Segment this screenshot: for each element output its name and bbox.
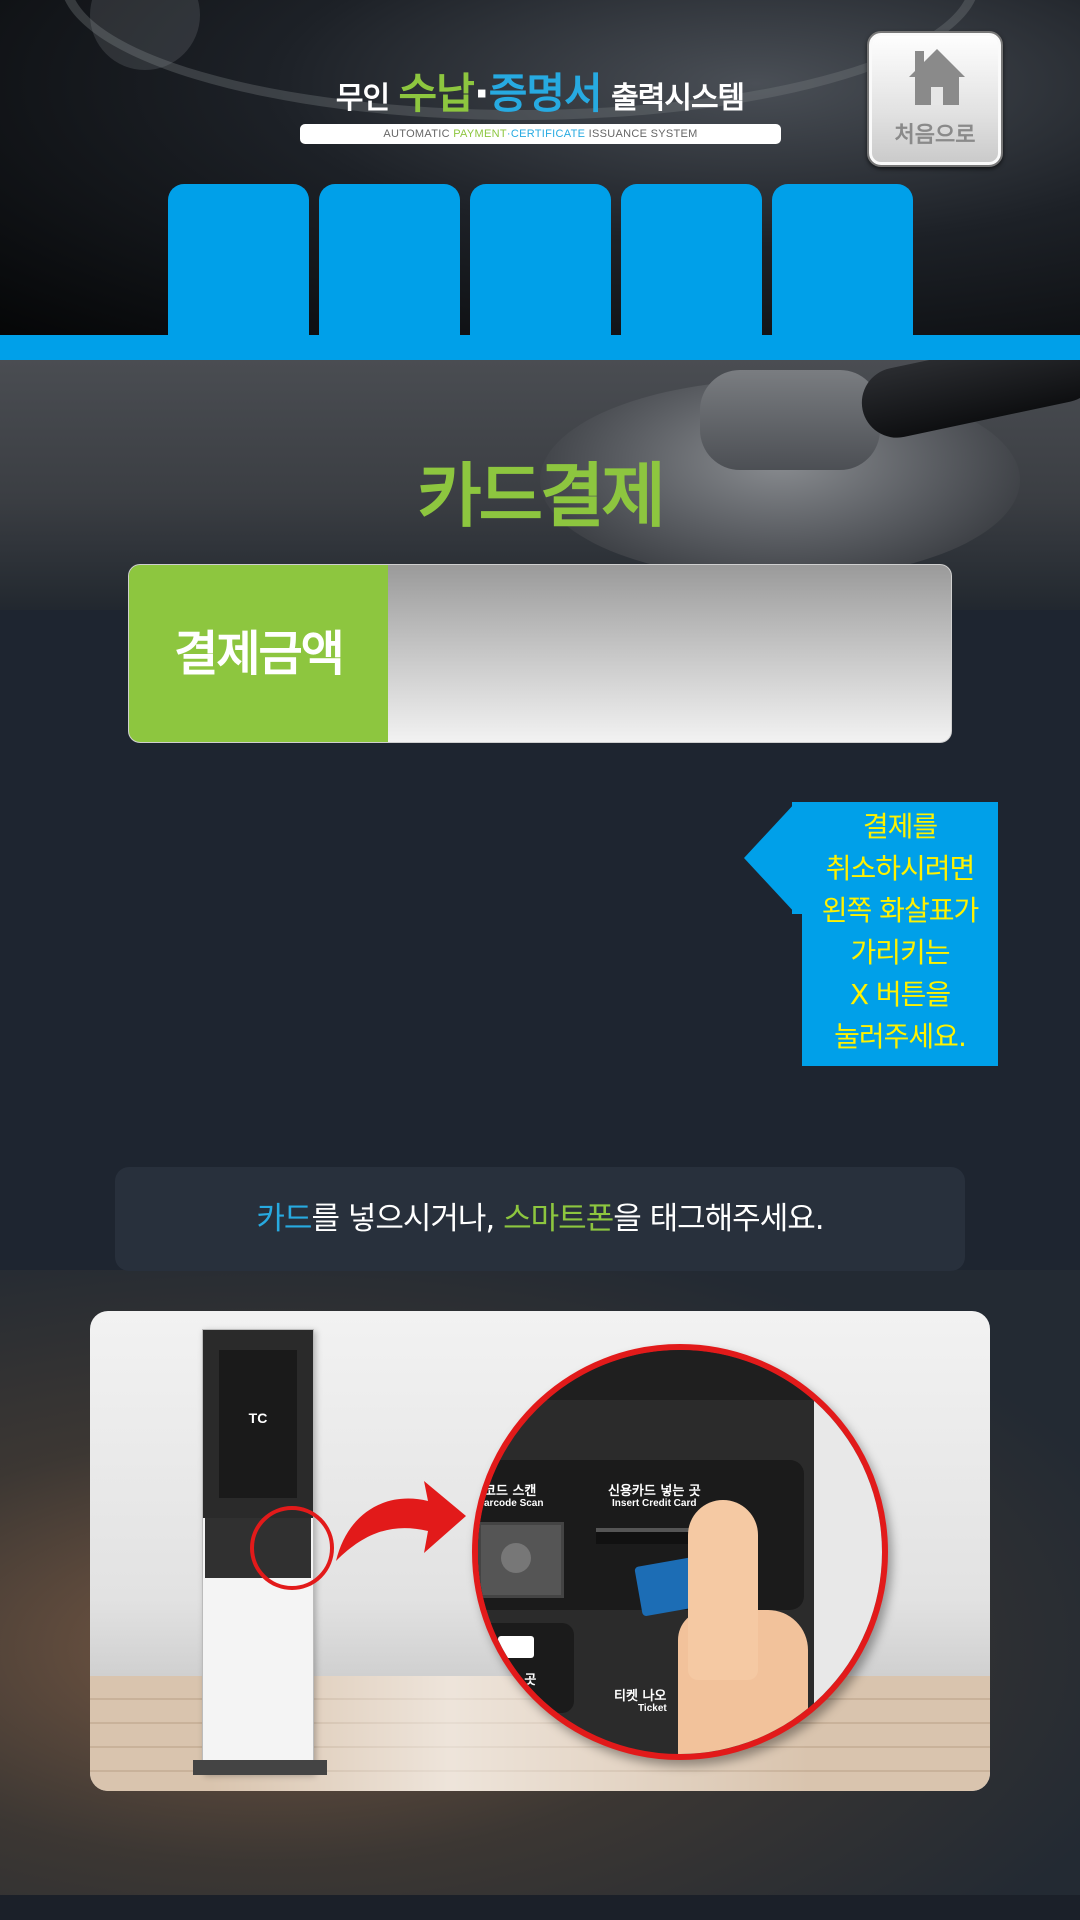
kiosk-screen: TC — [219, 1350, 297, 1498]
home-button[interactable]: 처음으로 — [867, 31, 1003, 167]
cancel-hint-line: 눌러주세요. — [834, 1020, 967, 1053]
zoom-panel-top — [478, 1350, 882, 1400]
kiosk-base — [193, 1760, 327, 1775]
payment-amount-value — [409, 565, 929, 742]
subtitle-payment: PAYMENT — [453, 128, 507, 140]
cancel-hint-line: X 버튼을 — [849, 978, 951, 1011]
left-arrow-icon — [744, 802, 796, 914]
subtitle-pre: AUTOMATIC — [383, 128, 454, 140]
kiosk-logo: TC — [248, 1410, 268, 1426]
instruction-box: 카드를 넣으시거나, 스마트폰을 태그해주세요. — [115, 1167, 965, 1271]
card-tag-icon — [498, 1636, 534, 1658]
barcode-scan-label: 코드 스캔 — [484, 1484, 537, 1499]
tab-5[interactable] — [772, 184, 913, 336]
scanner-lens — [501, 1543, 531, 1573]
subtitle-post: ISSUANCE SYSTEM — [585, 128, 698, 140]
page-title: 카드결제 — [417, 455, 666, 537]
barcode-scan-label-en: arcode Scan — [484, 1498, 544, 1509]
nfc-label-en: ARD — [484, 1687, 506, 1698]
payment-amount-label: 결제금액 — [129, 565, 388, 742]
nfc-label: 드대는 곳 — [484, 1673, 537, 1688]
zoom-panel-edge — [814, 1400, 882, 1754]
title-separator: · — [473, 69, 490, 118]
ticket-output-label: 티켓 나오 — [614, 1689, 667, 1704]
tab-2[interactable] — [319, 184, 460, 336]
credit-card-slot-label-en: Insert Credit Card — [612, 1498, 697, 1509]
red-curved-arrow-icon — [336, 1481, 466, 1561]
instruction-text-1: 를 넣으시거나, — [311, 1201, 504, 1237]
cancel-hint-line: 결제를 — [862, 810, 938, 843]
title-suffix: 출력시스템 — [611, 81, 745, 116]
barcode-scanner — [478, 1522, 564, 1598]
cancel-hint-line: 가리키는 — [850, 936, 950, 969]
title-prefix: 무인 — [335, 81, 390, 116]
home-icon — [909, 49, 965, 105]
title-payment-word: 수납 — [398, 69, 475, 118]
zoomed-card-slot: 코드 스캔 arcode Scan 신용카드 넣는 곳 Insert Credi… — [472, 1344, 888, 1760]
highlight-circle — [250, 1506, 334, 1590]
payment-amount-box: 결제금액 — [128, 564, 952, 743]
instruction-smartphone-word: 스마트폰 — [503, 1201, 614, 1237]
tab-4[interactable] — [621, 184, 762, 336]
instruction-text-2: 을 태그해주세요. — [613, 1201, 824, 1237]
ticket-output-label-en: Ticket — [638, 1703, 667, 1714]
system-title: 무인 수납·증명서 출력시스템 — [300, 60, 780, 121]
finger-illustration — [688, 1500, 758, 1680]
cancel-hint-line: 왼쪽 화살표가 — [821, 894, 979, 927]
title-certificate-word: 증명서 — [488, 69, 603, 118]
credit-card-slot-label: 신용카드 넣는 곳 — [608, 1484, 701, 1499]
instruction-card-word: 카드 — [256, 1201, 312, 1237]
bottom-bar — [0, 1895, 1080, 1920]
card-insert-illustration: TC 코드 스캔 arcode Scan 신용카드 넣는 곳 Insert Cr… — [90, 1311, 990, 1791]
tab-3[interactable] — [470, 184, 611, 336]
tab-bar — [0, 335, 1080, 360]
cancel-hint-box: 결제를 취소하시려면 왼쪽 화살표가 가리키는 X 버튼을 눌러주세요. — [802, 802, 998, 1066]
home-button-label: 처음으로 — [894, 123, 976, 148]
cancel-hint-line: 취소하시려면 — [825, 852, 976, 885]
kiosk-head: TC — [203, 1330, 313, 1518]
nfc-reader-area: 드대는 곳 ARD — [478, 1623, 574, 1713]
tab-1[interactable] — [168, 184, 309, 336]
system-subtitle: AUTOMATIC PAYMENT·CERTIFICATE ISSUANCE S… — [300, 124, 781, 144]
subtitle-certificate: CERTIFICATE — [510, 128, 586, 140]
